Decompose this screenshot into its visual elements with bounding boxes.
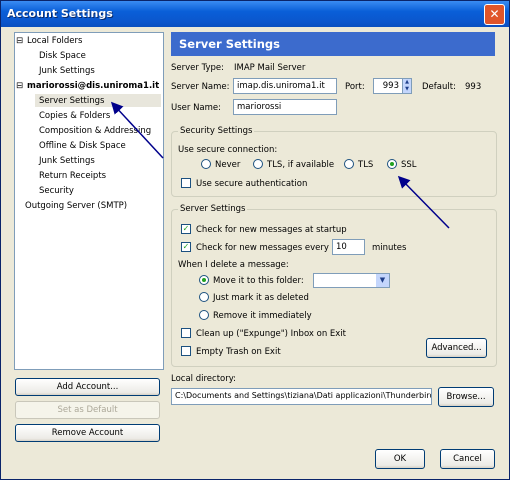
account-settings-window: Account Settings ✕ ⊟ Local Folders Disk …	[0, 0, 510, 480]
arrow-to-server-settings	[110, 101, 164, 159]
annotation-arrows	[110, 101, 450, 229]
arrow-to-ssl	[397, 175, 450, 229]
